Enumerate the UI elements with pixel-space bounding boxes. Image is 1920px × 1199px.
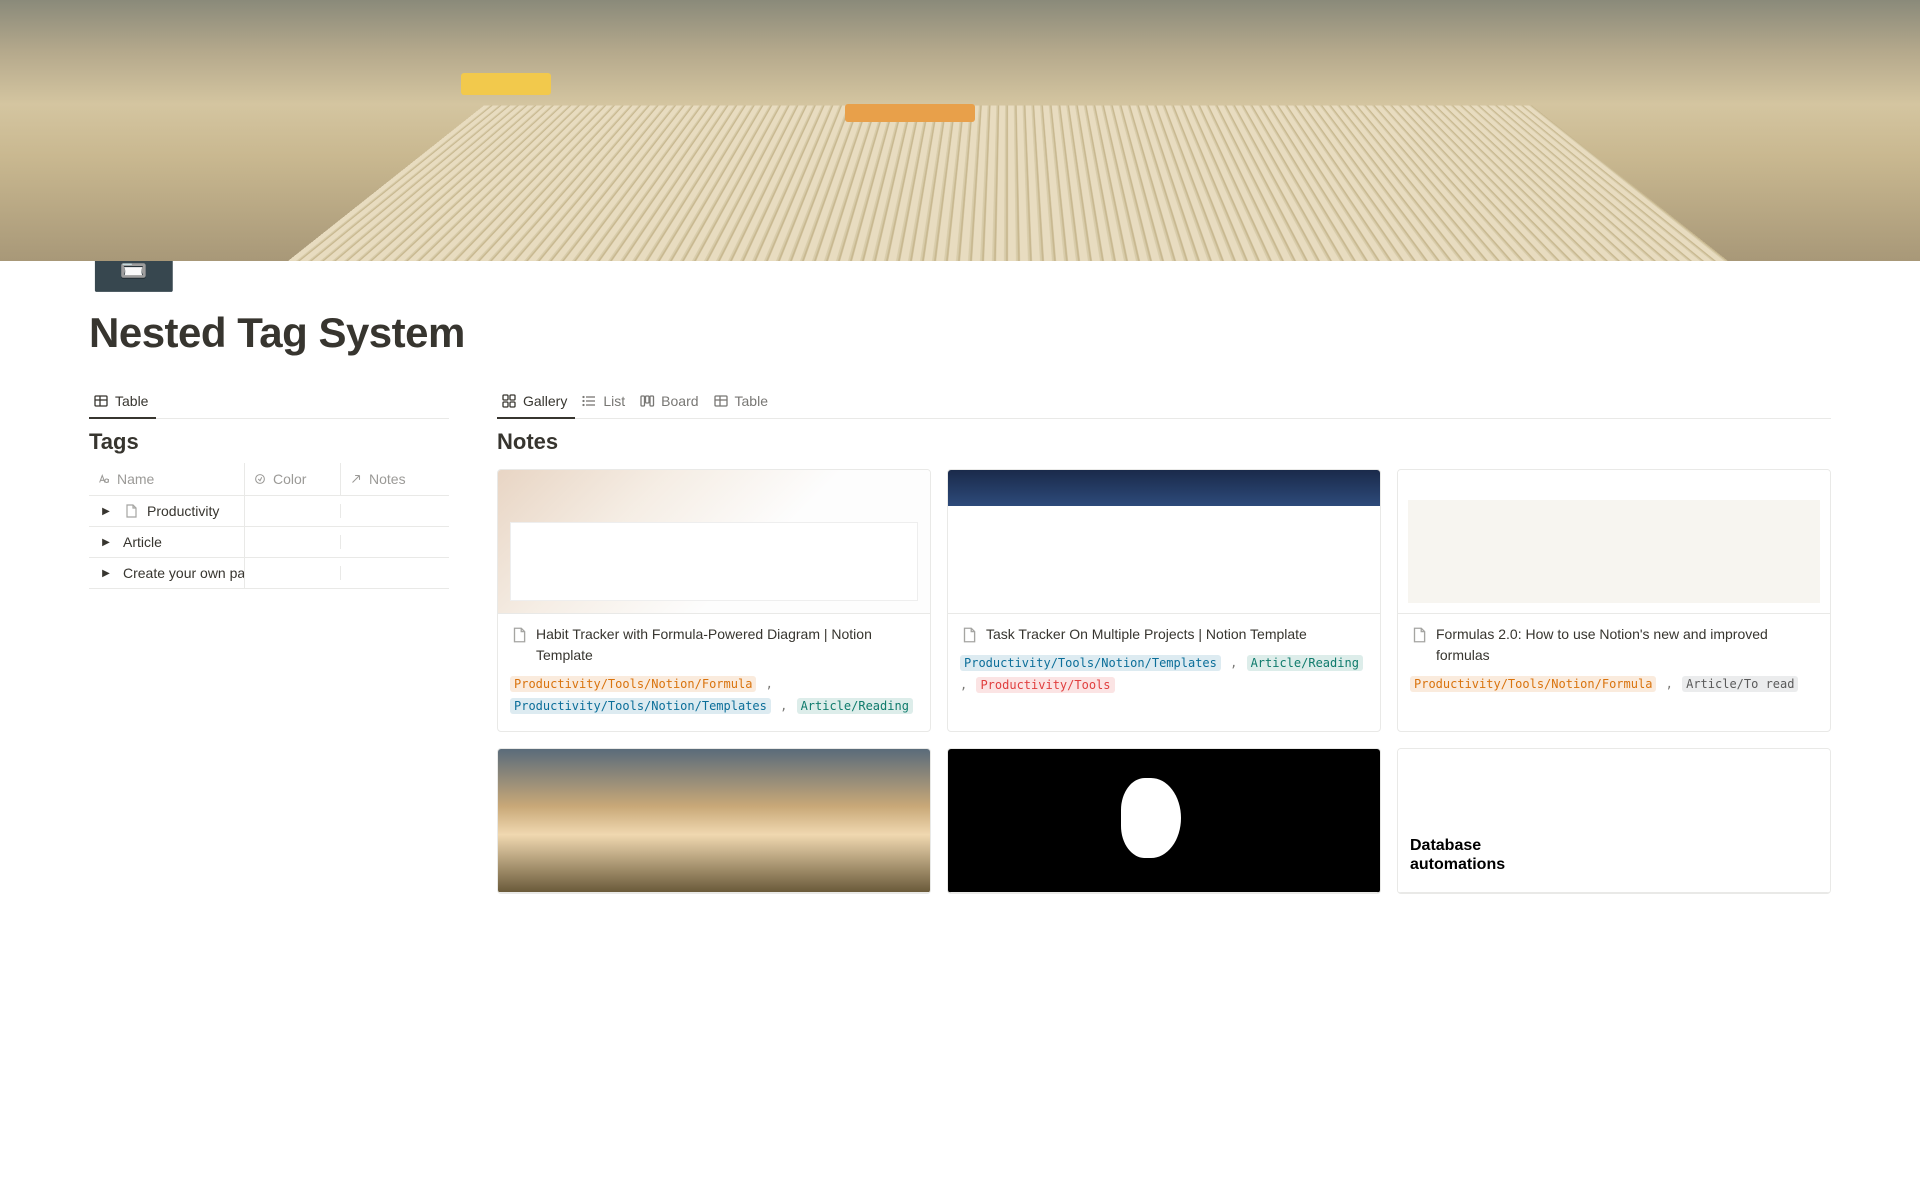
- table-row[interactable]: ▶ Article: [89, 527, 449, 558]
- page-icon: [1410, 626, 1428, 644]
- card-title: Formulas 2.0: How to use Notion's new an…: [1436, 624, 1818, 666]
- tab-list[interactable]: List: [577, 387, 633, 419]
- cell-name[interactable]: Productivity: [115, 496, 245, 526]
- chevron-right-icon: ▶: [102, 506, 110, 517]
- cell-notes[interactable]: [341, 535, 449, 549]
- cell-name[interactable]: Create your own path: [115, 558, 245, 588]
- tag-chip: Productivity/Tools/Notion/Templates: [510, 698, 771, 714]
- cell-color[interactable]: [245, 566, 341, 580]
- chevron-right-icon: ▶: [102, 568, 110, 579]
- toggle[interactable]: ▶: [89, 530, 115, 555]
- tag-chip: Productivity/Tools: [976, 677, 1114, 693]
- toggle[interactable]: ▶: [89, 561, 115, 586]
- tab-label: Gallery: [523, 393, 567, 409]
- gallery-card[interactable]: Formulas 2.0: How to use Notion's new an…: [1397, 469, 1831, 732]
- gallery-card[interactable]: Task Tracker On Multiple Projects | Noti…: [947, 469, 1381, 732]
- notes-view-tabs: Gallery List Board Table: [497, 387, 1831, 419]
- page-title[interactable]: Nested Tag System: [89, 309, 1920, 357]
- tag-chip: Productivity/Tools/Notion/Formula: [510, 676, 756, 692]
- gallery-card[interactable]: Databaseautomations: [1397, 748, 1831, 894]
- tab-gallery[interactable]: Gallery: [497, 387, 575, 419]
- tab-table[interactable]: Table: [709, 387, 776, 419]
- tab-board[interactable]: Board: [635, 387, 706, 419]
- tag-separator: ,: [773, 699, 795, 713]
- col-notes[interactable]: Notes: [341, 463, 449, 495]
- tab-table[interactable]: Table: [89, 387, 156, 419]
- text-icon: [97, 472, 111, 486]
- cell-color[interactable]: [245, 535, 341, 549]
- cover-text: Databaseautomations: [1410, 836, 1505, 874]
- cover-decor: [845, 104, 975, 122]
- table-row[interactable]: ▶ Create your own path: [89, 558, 449, 589]
- cell-color[interactable]: [245, 504, 341, 518]
- tag-separator: ,: [1658, 677, 1680, 691]
- table-row[interactable]: ▶ Productivity: [89, 496, 449, 527]
- gallery-card[interactable]: Habit Tracker with Formula-Powered Diagr…: [497, 469, 931, 732]
- cover-decor: [461, 73, 551, 95]
- card-cover: [498, 470, 930, 614]
- tab-label: Table: [115, 393, 148, 409]
- tag-chip: Article/Reading: [797, 698, 913, 714]
- tag-separator: ,: [960, 678, 974, 692]
- row-name: Article: [123, 534, 162, 550]
- card-tags: Productivity/Tools/Notion/Templates , Ar…: [960, 653, 1368, 696]
- row-name: Create your own path: [123, 565, 245, 581]
- row-name: Productivity: [147, 503, 219, 519]
- tags-view-tabs: Table: [89, 387, 449, 419]
- page-icon: [510, 626, 528, 644]
- cell-notes[interactable]: [341, 504, 449, 518]
- gallery-card[interactable]: [947, 748, 1381, 894]
- chevron-right-icon: ▶: [102, 537, 110, 548]
- col-color[interactable]: Color: [245, 463, 341, 495]
- toggle[interactable]: ▶: [89, 499, 115, 524]
- tags-db-title[interactable]: Tags: [89, 429, 449, 455]
- card-cover: [498, 749, 930, 893]
- card-cover: [948, 470, 1380, 614]
- col-name[interactable]: Name: [89, 463, 245, 495]
- gallery-icon: [501, 393, 517, 409]
- table-icon: [713, 393, 729, 409]
- tag-chip: Productivity/Tools/Notion/Formula: [1410, 676, 1656, 692]
- gallery-card[interactable]: [497, 748, 931, 894]
- relation-icon: [349, 472, 363, 486]
- list-icon: [581, 393, 597, 409]
- tab-label: Table: [735, 393, 768, 409]
- tab-label: Board: [661, 393, 698, 409]
- tag-chip: Article/Reading: [1247, 655, 1363, 671]
- cell-name[interactable]: Article: [115, 527, 245, 557]
- table-header: Name Color Notes: [89, 463, 449, 496]
- select-icon: [253, 472, 267, 486]
- tag-separator: ,: [758, 677, 772, 691]
- card-tags: Productivity/Tools/Notion/Formula , Arti…: [1410, 674, 1818, 696]
- card-cover: [948, 749, 1380, 893]
- page-icon: [123, 503, 139, 519]
- board-icon: [639, 393, 655, 409]
- table-icon: [93, 393, 109, 409]
- notes-db-title[interactable]: Notes: [497, 429, 1831, 455]
- cell-notes[interactable]: [341, 566, 449, 580]
- card-tags: Productivity/Tools/Notion/Formula , Prod…: [510, 674, 918, 717]
- page-icon: [960, 626, 978, 644]
- tag-chip: Productivity/Tools/Notion/Templates: [960, 655, 1221, 671]
- card-title: Task Tracker On Multiple Projects | Noti…: [986, 624, 1307, 645]
- card-cover: [1398, 470, 1830, 614]
- tag-separator: ,: [1223, 656, 1245, 670]
- card-cover: Databaseautomations: [1398, 749, 1830, 893]
- tag-chip: Article/To read: [1682, 676, 1798, 692]
- tab-label: List: [603, 393, 625, 409]
- card-title: Habit Tracker with Formula-Powered Diagr…: [536, 624, 918, 666]
- cover-image: [0, 0, 1920, 261]
